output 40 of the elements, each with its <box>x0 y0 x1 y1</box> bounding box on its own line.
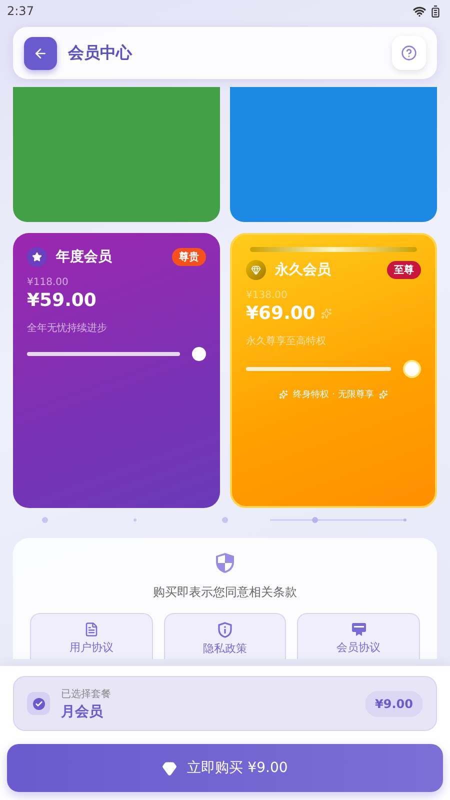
selected-price: ¥9.00 <box>365 690 423 716</box>
back-button[interactable] <box>24 36 57 70</box>
plan-slogan: 永久尊享至高特权 <box>246 334 327 348</box>
selected-plan-name: 月会员 <box>61 702 104 720</box>
plan-price: ¥59.00 <box>27 290 96 311</box>
plan-badge: 至尊 <box>387 261 421 279</box>
wifi-icon <box>413 4 426 18</box>
slider-thumb[interactable] <box>192 347 206 361</box>
plan-name: 年度会员 <box>56 248 113 266</box>
agreement-button[interactable]: 用户协议 <box>30 613 153 659</box>
terms-notice: 购买即表示您同意相关条款 <box>153 584 297 601</box>
help-button[interactable] <box>392 36 426 70</box>
perks-text: 终身特权 · 无限尊享 <box>293 388 374 401</box>
battery-icon <box>429 4 442 18</box>
help-icon <box>401 45 417 61</box>
sparkle-icon <box>378 390 388 399</box>
sparkle-icon <box>321 308 332 319</box>
plan-card[interactable]: 年度会员 尊贵 ¥118.00 ¥59.00 全年无忧持续进步 <box>13 233 220 508</box>
selection-caption: 已选择套餐 <box>61 688 112 700</box>
shield-info-icon <box>218 622 232 638</box>
plan-price: ¥69.00 <box>246 303 316 324</box>
slider-thumb[interactable] <box>403 360 421 378</box>
plan-slogan: 全年无忧持续进步 <box>27 322 108 335</box>
original-price: ¥118.00 <box>27 277 70 288</box>
gem-icon <box>246 260 266 280</box>
document-icon <box>84 622 99 637</box>
certificate-icon <box>350 622 367 637</box>
buy-button[interactable]: 立即购买 ¥9.00 <box>7 744 443 792</box>
agreement-button[interactable]: 会员协议 <box>297 613 420 659</box>
original-price: ¥138.00 <box>246 290 288 301</box>
page-title: 会员中心 <box>68 42 134 64</box>
back-icon <box>33 46 48 60</box>
status-time: 2:37 <box>7 4 34 18</box>
sparkle-icon <box>279 390 288 399</box>
plan-name: 永久会员 <box>275 261 332 279</box>
shield-icon <box>215 552 235 574</box>
plan-badge: 尊贵 <box>172 248 206 266</box>
plan-card[interactable]: 永久会员 至尊 ¥138.00 ¥69.00 永久尊享至高特权 终身特权 · 无限尊享 <box>230 233 437 508</box>
agreement-button[interactable]: 隐私政策 <box>164 613 286 659</box>
gem-icon <box>162 760 178 776</box>
